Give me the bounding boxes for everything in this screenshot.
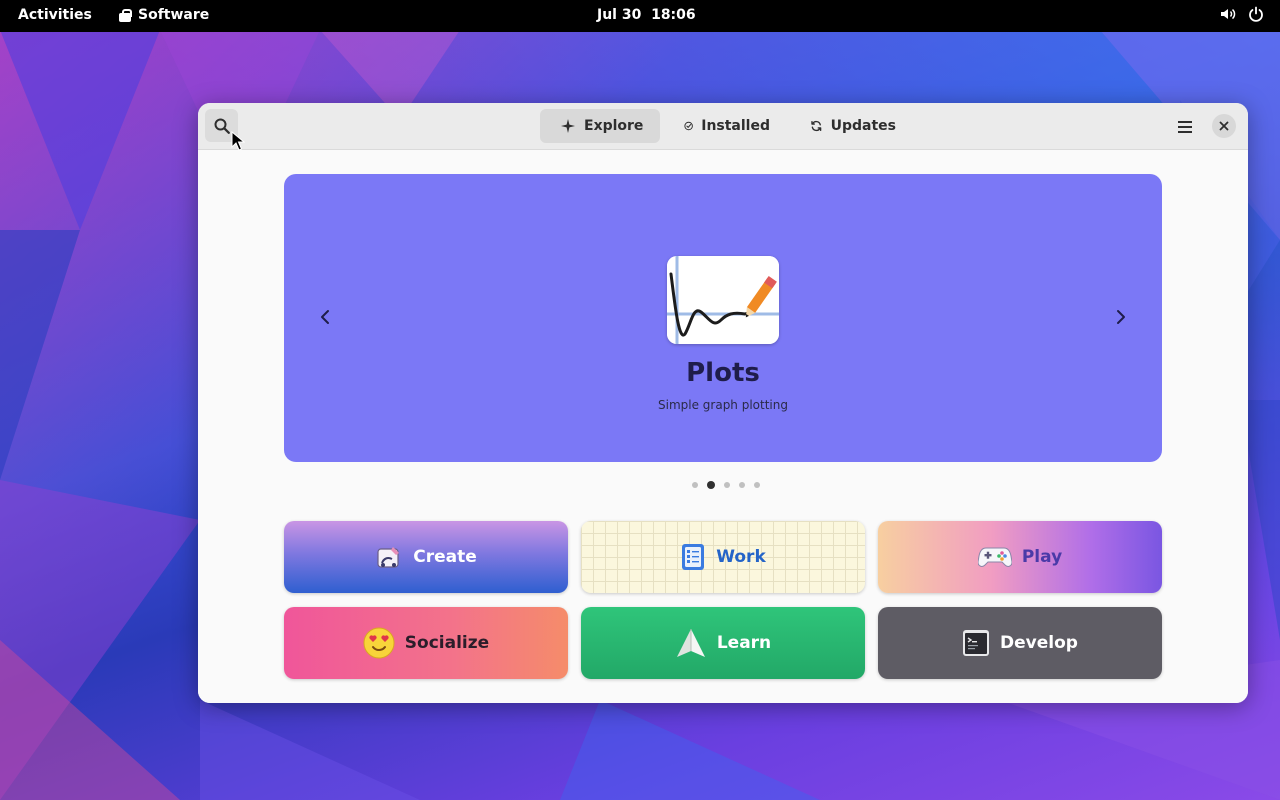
plots-icon bbox=[667, 256, 779, 344]
tab-updates[interactable]: Updates bbox=[790, 109, 912, 143]
refresh-icon bbox=[811, 120, 822, 132]
system-status-area[interactable] bbox=[1220, 6, 1264, 22]
category-socialize-label: Socialize bbox=[404, 633, 490, 653]
top-bar: Activities Software Jul 30 18:06 bbox=[0, 0, 1280, 32]
app-menu[interactable]: Software bbox=[118, 7, 209, 23]
carousel-dot[interactable] bbox=[739, 482, 745, 488]
main-menu-button[interactable] bbox=[1168, 110, 1201, 143]
category-create-label: Create bbox=[413, 547, 477, 567]
view-switcher: Explore Installed Updates bbox=[540, 109, 912, 143]
tab-installed[interactable]: Installed bbox=[664, 109, 786, 143]
app-menu-label: Software bbox=[138, 7, 210, 23]
emoji-heart-eyes-icon bbox=[363, 627, 395, 659]
clock[interactable]: Jul 30 18:06 bbox=[597, 7, 696, 23]
category-play-label: Play bbox=[1021, 547, 1063, 567]
volume-icon bbox=[1221, 8, 1236, 20]
work-icon bbox=[682, 544, 705, 570]
category-learn[interactable]: Learn bbox=[581, 607, 865, 679]
carousel-dot-active[interactable] bbox=[707, 481, 715, 489]
hamburger-menu-icon bbox=[1177, 120, 1192, 133]
close-window-button[interactable] bbox=[1212, 114, 1236, 138]
carousel-dot[interactable] bbox=[754, 482, 760, 488]
category-work-label: Work bbox=[716, 547, 766, 567]
software-window: Explore Installed Updates Plots Simple g… bbox=[198, 103, 1248, 703]
featured-carousel[interactable]: Plots Simple graph plotting bbox=[284, 174, 1162, 462]
gamepad-icon bbox=[977, 547, 1012, 567]
carousel-indicator bbox=[692, 481, 760, 489]
header-bar: Explore Installed Updates bbox=[198, 103, 1248, 150]
carousel-previous-button[interactable] bbox=[310, 302, 340, 332]
search-icon bbox=[214, 118, 230, 134]
close-icon bbox=[1219, 121, 1229, 131]
terminal-icon bbox=[963, 630, 990, 656]
category-develop-label: Develop bbox=[1000, 633, 1078, 653]
category-play[interactable]: Play bbox=[878, 521, 1162, 593]
tab-installed-label: Installed bbox=[701, 118, 770, 134]
category-create[interactable]: Create bbox=[284, 521, 568, 593]
category-develop[interactable]: Develop bbox=[878, 607, 1162, 679]
chevron-right-icon bbox=[1117, 310, 1125, 324]
check-circle-icon bbox=[684, 121, 693, 131]
paper-plane-icon bbox=[676, 629, 705, 657]
carousel-dot[interactable] bbox=[692, 482, 698, 488]
sparkle-icon bbox=[561, 119, 575, 133]
explore-page: Plots Simple graph plotting Create Work … bbox=[198, 151, 1248, 703]
category-work[interactable]: Work bbox=[581, 521, 865, 593]
tab-updates-label: Updates bbox=[830, 118, 896, 134]
plots-app-icon[interactable] bbox=[667, 256, 779, 344]
category-learn-label: Learn bbox=[716, 633, 772, 653]
create-icon bbox=[377, 547, 400, 568]
tab-explore-label: Explore bbox=[584, 118, 644, 134]
carousel-next-button[interactable] bbox=[1106, 302, 1136, 332]
featured-app-summary: Simple graph plotting bbox=[658, 398, 788, 412]
mouse-pointer-icon bbox=[231, 131, 245, 151]
carousel-dot[interactable] bbox=[724, 482, 730, 488]
software-bag-icon bbox=[118, 8, 132, 22]
activities-button[interactable]: Activities bbox=[18, 7, 92, 23]
category-socialize[interactable]: Socialize bbox=[284, 607, 568, 679]
chevron-left-icon bbox=[321, 310, 329, 324]
power-icon bbox=[1249, 6, 1263, 22]
tab-explore[interactable]: Explore bbox=[540, 109, 660, 143]
featured-app-name: Plots bbox=[686, 358, 760, 388]
